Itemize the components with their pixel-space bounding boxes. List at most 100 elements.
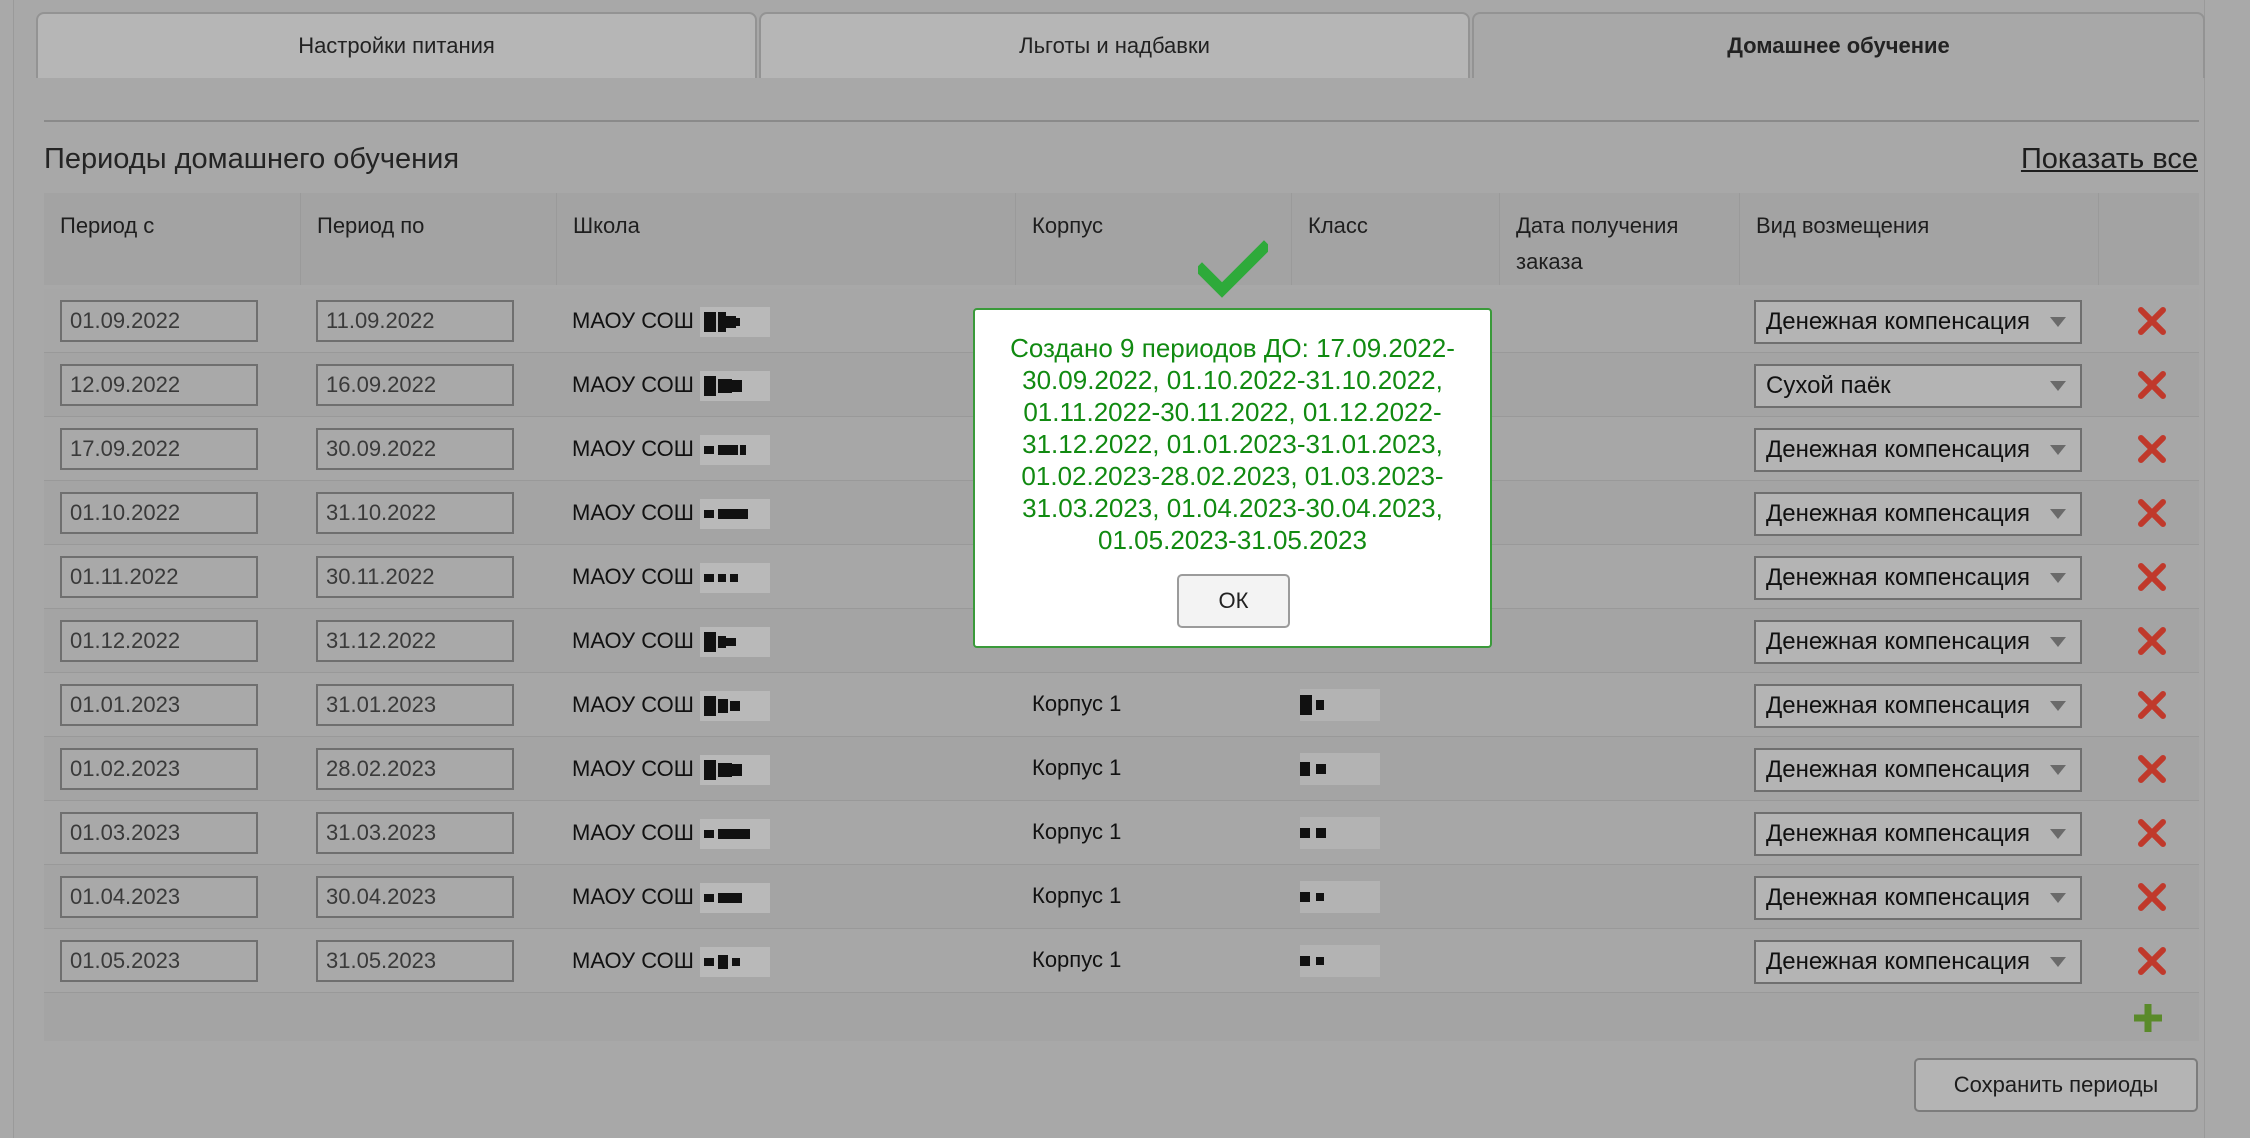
reimbursement-select[interactable]: Денежная компенсация xyxy=(1754,428,2082,472)
school-cell: МАОУ СОШ xyxy=(572,819,770,849)
reimbursement-value: Денежная компенсация xyxy=(1766,308,2030,335)
reimbursement-select[interactable]: Денежная компенсация xyxy=(1754,556,2082,600)
chevron-down-icon xyxy=(2050,701,2066,711)
period-to-input[interactable]: 31.05.2023 xyxy=(316,940,514,982)
redacted-block xyxy=(699,819,770,849)
tab-nutrition-settings[interactable]: Настройки питания xyxy=(36,12,757,78)
school-cell: МАОУ СОШ xyxy=(572,947,770,977)
table-row: 01.03.2023 31.03.2023 МАОУ СОШ Корпус 1 Дене… xyxy=(44,801,2199,865)
reimbursement-select[interactable]: Денежная компенсация xyxy=(1754,620,2082,664)
delete-row-icon[interactable] xyxy=(2132,749,2172,789)
period-to-input[interactable]: 11.09.2022 xyxy=(316,300,514,342)
period-to-input[interactable]: 30.04.2023 xyxy=(316,876,514,918)
reimbursement-value: Денежная компенсация xyxy=(1766,948,2030,975)
school-name: МАОУ СОШ xyxy=(572,819,694,845)
reimbursement-value: Денежная компенсация xyxy=(1766,820,2030,847)
tab-divider xyxy=(44,120,2199,122)
school-cell: МАОУ СОШ xyxy=(572,755,770,785)
delete-row-icon[interactable] xyxy=(2132,429,2172,469)
chevron-down-icon xyxy=(2050,509,2066,519)
table-row: 01.01.2023 31.01.2023 МАОУ СОШ Корпус 1 Дене… xyxy=(44,673,2199,737)
delete-row-icon[interactable] xyxy=(2132,365,2172,405)
school-cell: МАОУ СОШ xyxy=(572,499,770,529)
period-from-input[interactable]: 01.11.2022 xyxy=(60,556,258,598)
school-cell: МАОУ СОШ xyxy=(572,563,770,593)
table-row: 01.02.2023 28.02.2023 МАОУ СОШ Корпус 1 Дене… xyxy=(44,737,2199,801)
delete-row-icon[interactable] xyxy=(2132,621,2172,661)
reimbursement-value: Денежная компенсация xyxy=(1766,884,2030,911)
redacted-block xyxy=(699,691,770,721)
delete-row-icon[interactable] xyxy=(2132,877,2172,917)
period-from-input[interactable]: 01.12.2022 xyxy=(60,620,258,662)
period-to-input[interactable]: 31.01.2023 xyxy=(316,684,514,726)
school-cell: МАОУ СОШ xyxy=(572,691,770,721)
period-to-input[interactable]: 30.09.2022 xyxy=(316,428,514,470)
chevron-down-icon xyxy=(2050,637,2066,647)
reimbursement-value: Денежная компенсация xyxy=(1766,564,2030,591)
delete-row-icon[interactable] xyxy=(2132,301,2172,341)
reimbursement-select[interactable]: Денежная компенсация xyxy=(1754,300,2082,344)
reimbursement-select[interactable]: Денежная компенсация xyxy=(1754,492,2082,536)
school-name: МАОУ СОШ xyxy=(572,499,694,525)
table-row: 01.05.2023 31.05.2023 МАОУ СОШ Корпус 1 Дене… xyxy=(44,929,2199,993)
period-from-input[interactable]: 12.09.2022 xyxy=(60,364,258,406)
chevron-down-icon xyxy=(2050,381,2066,391)
period-to-input[interactable]: 28.02.2023 xyxy=(316,748,514,790)
period-to-input[interactable]: 31.12.2022 xyxy=(316,620,514,662)
school-name: МАОУ СОШ xyxy=(572,947,694,973)
reimbursement-value: Денежная компенсация xyxy=(1766,500,2030,527)
show-all-link[interactable]: Показать все xyxy=(2021,143,2198,176)
building-cell: Корпус 1 xyxy=(1032,691,1122,716)
school-name: МАОУ СОШ xyxy=(572,883,694,909)
delete-row-icon[interactable] xyxy=(2132,493,2172,533)
class-redacted xyxy=(1300,945,1380,977)
period-from-input[interactable]: 01.04.2023 xyxy=(60,876,258,918)
class-redacted xyxy=(1300,689,1380,721)
school-cell: МАОУ СОШ xyxy=(572,627,770,657)
period-to-input[interactable]: 30.11.2022 xyxy=(316,556,514,598)
period-to-input[interactable]: 31.10.2022 xyxy=(316,492,514,534)
reimbursement-select[interactable]: Денежная компенсация xyxy=(1754,940,2082,984)
period-from-input[interactable]: 17.09.2022 xyxy=(60,428,258,470)
school-cell: МАОУ СОШ xyxy=(572,883,770,913)
school-name: МАОУ СОШ xyxy=(572,691,694,717)
period-to-input[interactable]: 16.09.2022 xyxy=(316,364,514,406)
reimbursement-value: Денежная компенсация xyxy=(1766,692,2030,719)
building-cell: Корпус 1 xyxy=(1032,819,1122,844)
redacted-block xyxy=(699,499,770,529)
reimbursement-select[interactable]: Денежная компенсация xyxy=(1754,684,2082,728)
school-cell: МАОУ СОШ xyxy=(572,435,770,465)
table-header: Период с Период по Школа Корпус Класс Да… xyxy=(44,193,2199,285)
delete-row-icon[interactable] xyxy=(2132,685,2172,725)
reimbursement-value: Денежная компенсация xyxy=(1766,628,2030,655)
save-periods-button[interactable]: Сохранить периоды xyxy=(1914,1058,2198,1112)
reimbursement-select[interactable]: Денежная компенсация xyxy=(1754,748,2082,792)
tab-benefits[interactable]: Льготы и надбавки xyxy=(759,12,1470,78)
reimbursement-select[interactable]: Денежная компенсация xyxy=(1754,876,2082,920)
redacted-block xyxy=(699,755,770,785)
periods-table: Период с Период по Школа Корпус Класс Да… xyxy=(44,193,2199,1041)
redacted-block xyxy=(699,371,770,401)
add-row-icon[interactable] xyxy=(2131,1001,2165,1035)
school-name: МАОУ СОШ xyxy=(572,627,694,653)
delete-row-icon[interactable] xyxy=(2132,813,2172,853)
building-cell: Корпус 1 xyxy=(1032,755,1122,780)
column-header-actions xyxy=(2099,193,2199,285)
period-from-input[interactable]: 01.03.2023 xyxy=(60,812,258,854)
ok-button[interactable]: ОК xyxy=(1177,574,1290,628)
period-from-input[interactable]: 01.10.2022 xyxy=(60,492,258,534)
period-from-input[interactable]: 01.09.2022 xyxy=(60,300,258,342)
period-from-input[interactable]: 01.02.2023 xyxy=(60,748,258,790)
tab-home-schooling[interactable]: Домашнее обучение xyxy=(1472,12,2205,78)
success-check-icon xyxy=(1198,240,1268,298)
delete-row-icon[interactable] xyxy=(2132,941,2172,981)
chevron-down-icon xyxy=(2050,573,2066,583)
period-to-input[interactable]: 31.03.2023 xyxy=(316,812,514,854)
reimbursement-select[interactable]: Сухой паёк xyxy=(1754,364,2082,408)
reimbursement-select[interactable]: Денежная компенсация xyxy=(1754,812,2082,856)
success-dialog: Создано 9 периодов ДО: 17.09.2022-30.09.… xyxy=(973,308,1492,648)
period-from-input[interactable]: 01.01.2023 xyxy=(60,684,258,726)
delete-row-icon[interactable] xyxy=(2132,557,2172,597)
class-redacted xyxy=(1300,753,1380,785)
period-from-input[interactable]: 01.05.2023 xyxy=(60,940,258,982)
